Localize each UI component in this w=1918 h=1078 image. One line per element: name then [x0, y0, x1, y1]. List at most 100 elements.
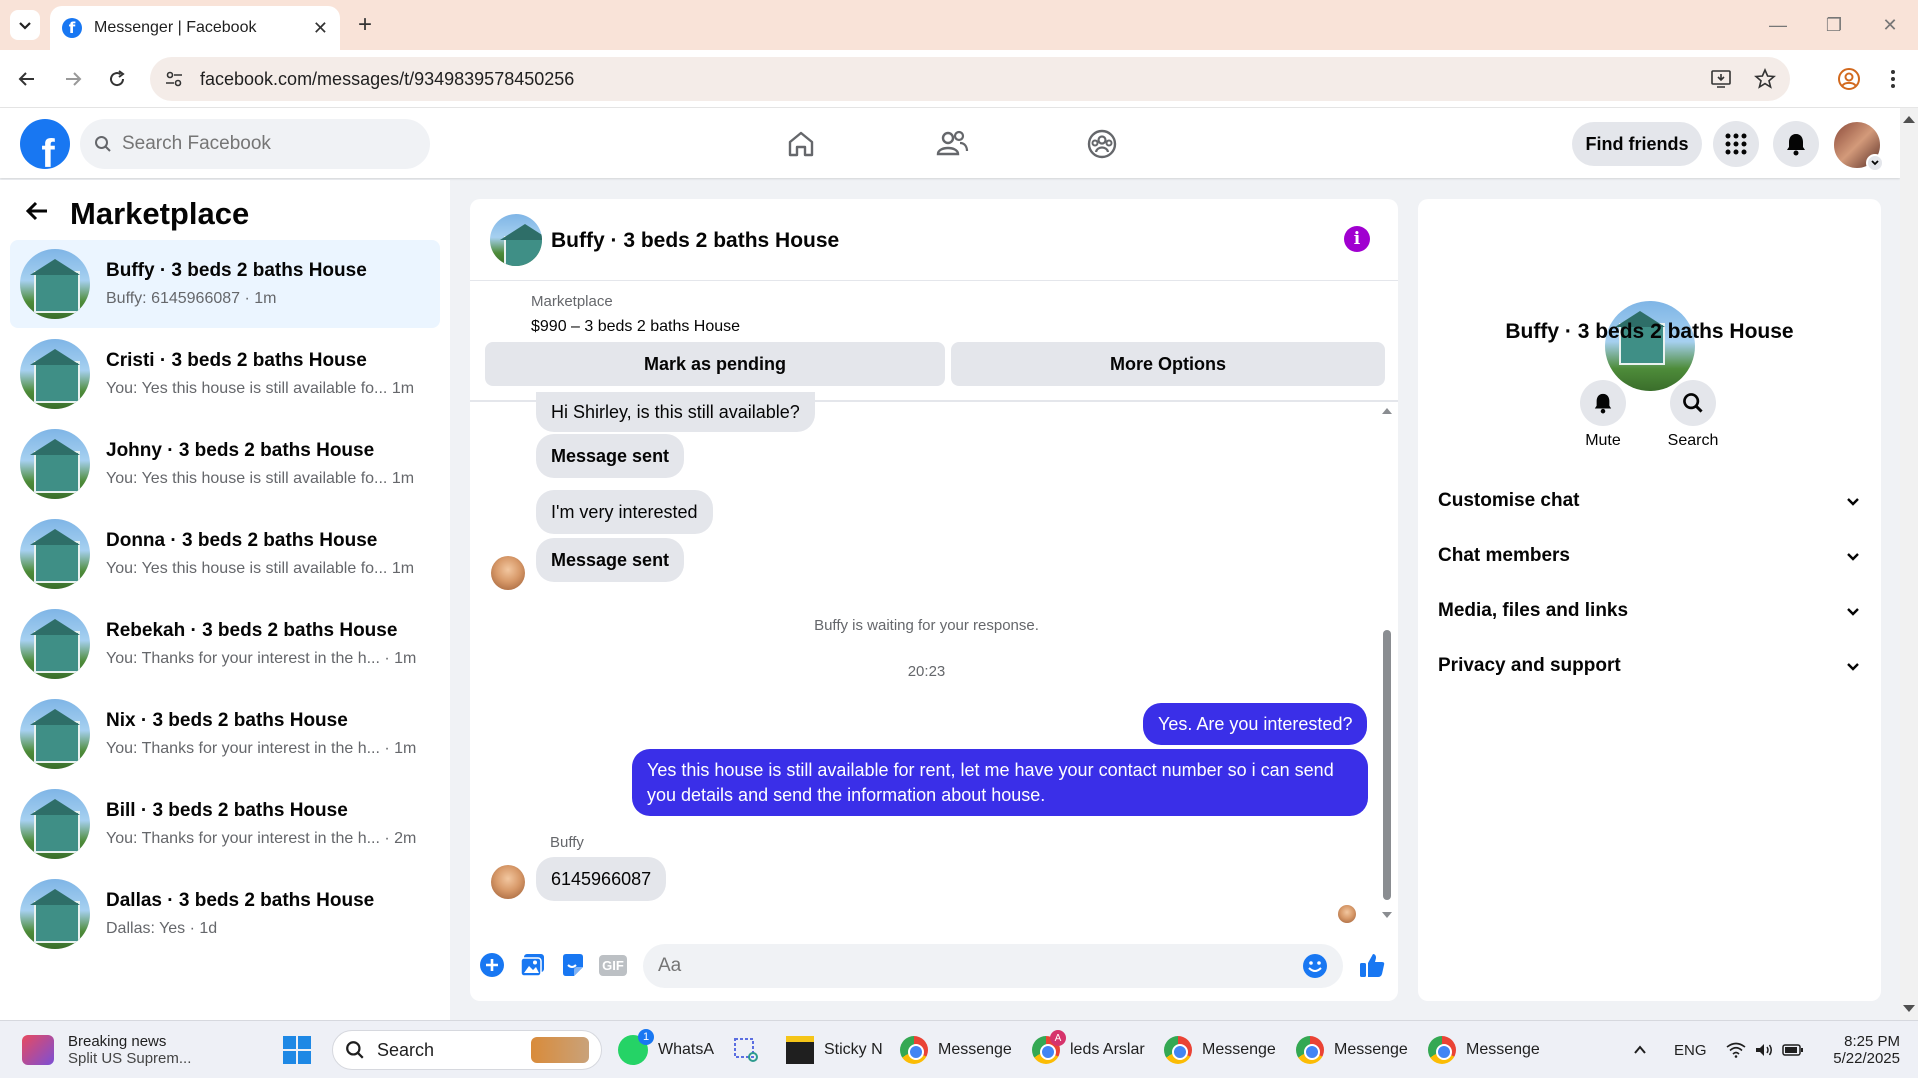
conversation-item[interactable]: Johny · 3 beds 2 baths House You: Yes thi… — [10, 420, 440, 508]
conversation-item[interactable]: Rebekah · 3 beds 2 baths House You: Thank… — [10, 600, 440, 688]
customise-chat-row[interactable]: Customise chat — [1438, 479, 1861, 523]
taskbar-chrome-1[interactable]: Messenge — [900, 1028, 1012, 1072]
message-incoming[interactable]: I'm very interested — [536, 490, 713, 534]
install-app-icon[interactable] — [1710, 68, 1732, 90]
nav-friends[interactable] — [932, 124, 972, 164]
conversation-item[interactable]: Bill · 3 beds 2 baths House You: Thanks f… — [10, 780, 440, 868]
conversation-item[interactable]: Nix · 3 beds 2 baths House You: Thanks fo… — [10, 690, 440, 778]
image-icon — [520, 954, 544, 977]
taskbar-snipping-tool[interactable] — [732, 1028, 760, 1072]
back-button[interactable] — [10, 62, 44, 96]
notifications-button[interactable] — [1773, 121, 1819, 167]
chat-title[interactable]: Buffy · 3 beds 2 baths House — [551, 229, 839, 253]
message-incoming[interactable]: Hi Shirley, is this still available? — [536, 392, 815, 432]
taskbar-chrome-5[interactable]: Messenge — [1428, 1028, 1540, 1072]
back-arrow-icon[interactable] — [24, 198, 50, 224]
gif-button[interactable]: GIF — [598, 950, 628, 980]
scroll-up-arrow-icon[interactable] — [1381, 405, 1393, 415]
chat-members-row[interactable]: Chat members — [1438, 534, 1861, 578]
chrome-icon — [900, 1036, 928, 1064]
system-tray[interactable] — [1726, 1028, 1804, 1072]
restore-window-button[interactable]: ❐ — [1814, 10, 1854, 40]
reload-button[interactable] — [100, 62, 134, 96]
message-outgoing[interactable]: Yes. Are you interested? — [1143, 703, 1368, 745]
row-label: Customise chat — [1438, 490, 1580, 511]
taskbar-chrome-2[interactable]: A leds Arslar — [1032, 1028, 1145, 1072]
message-incoming[interactable]: Message sent — [536, 434, 685, 478]
search-in-chat-button[interactable] — [1670, 380, 1716, 426]
clock-time: 8:25 PM — [1844, 1033, 1900, 1050]
message-incoming[interactable]: 6145966087 — [536, 857, 667, 901]
privacy-support-row[interactable]: Privacy and support — [1438, 644, 1861, 688]
news-icon — [22, 1035, 54, 1065]
start-button[interactable] — [282, 1028, 312, 1072]
message-input[interactable] — [658, 955, 1302, 977]
close-tab-icon[interactable]: ✕ — [313, 18, 328, 39]
forward-button[interactable] — [56, 62, 90, 96]
show-hidden-icons-button[interactable] — [1632, 1028, 1648, 1072]
browser-menu-button[interactable] — [1878, 64, 1908, 94]
more-actions-button[interactable] — [477, 950, 507, 980]
page-scrollbar[interactable] — [1900, 108, 1918, 1020]
browser-tab-active[interactable]: f Messenger | Facebook ✕ — [50, 6, 340, 50]
find-friends-button[interactable]: Find friends — [1572, 122, 1702, 166]
taskbar-search[interactable]: Search — [332, 1030, 602, 1070]
facebook-search-input[interactable] — [122, 133, 402, 155]
conversation-preview: Dallas: Yes · 1d — [106, 920, 218, 937]
nav-groups[interactable] — [1082, 124, 1122, 164]
sender-avatar[interactable] — [491, 865, 525, 899]
taskbar-whatsapp[interactable]: 1 WhatsA — [618, 1028, 714, 1072]
conversation-item[interactable]: Cristi · 3 beds 2 baths House You: Yes th… — [10, 330, 440, 418]
chrome-icon: A — [1032, 1030, 1066, 1064]
menu-button[interactable] — [1713, 121, 1759, 167]
search-highlight-icon — [531, 1037, 589, 1063]
close-window-button[interactable]: ✕ — [1870, 10, 1910, 40]
language-indicator[interactable]: ENG — [1674, 1028, 1707, 1072]
conversation-avatar — [20, 789, 90, 859]
scroll-up-arrow-icon[interactable] — [1900, 112, 1918, 126]
taskbar-chrome-3[interactable]: Messenge — [1164, 1028, 1276, 1072]
attach-photo-button[interactable] — [518, 950, 548, 980]
details-avatar[interactable] — [1605, 301, 1695, 391]
account-dropdown-icon[interactable] — [1866, 154, 1884, 172]
taskbar-sticky-notes[interactable]: Sticky N — [786, 1028, 883, 1072]
bookmark-star-icon[interactable] — [1754, 68, 1776, 90]
conversation-avatar — [20, 519, 90, 589]
clock[interactable]: 8:25 PM 5/22/2025 — [1820, 1028, 1900, 1072]
profile-button[interactable] — [1834, 64, 1864, 94]
facebook-search[interactable] — [80, 119, 430, 169]
emoji-icon[interactable] — [1302, 953, 1328, 979]
scroll-down-arrow-icon[interactable] — [1381, 911, 1393, 921]
marketplace-title: Marketplace — [70, 196, 250, 231]
nav-home[interactable] — [781, 124, 821, 164]
address-bar[interactable]: facebook.com/messages/t/9349839578450256 — [150, 57, 1790, 101]
scroll-down-arrow-icon[interactable] — [1900, 1002, 1918, 1016]
tab-search-dropdown-button[interactable] — [10, 10, 40, 40]
message-outgoing[interactable]: Yes this house is still available for re… — [632, 749, 1368, 816]
search-icon — [95, 136, 111, 152]
media-files-links-row[interactable]: Media, files and links — [1438, 589, 1861, 633]
listing-price[interactable]: $990 – 3 beds 2 baths House — [531, 318, 740, 336]
more-options-button[interactable]: More Options — [951, 342, 1385, 386]
mark-as-pending-button[interactable]: Mark as pending — [485, 342, 945, 386]
taskbar-chrome-4[interactable]: Messenge — [1296, 1028, 1408, 1072]
message-composer[interactable] — [643, 944, 1343, 988]
minimize-window-button[interactable]: — — [1758, 10, 1798, 40]
news-widget[interactable]: Breaking news Split US Suprem... — [22, 1028, 191, 1072]
send-like-button[interactable] — [1357, 950, 1387, 980]
sender-avatar[interactable] — [491, 556, 525, 590]
conversation-item[interactable]: Buffy · 3 beds 2 baths House Buffy: 61459… — [10, 240, 440, 328]
site-settings-icon[interactable] — [164, 69, 184, 89]
new-tab-button[interactable]: + — [350, 10, 380, 40]
plus-circle-icon — [480, 953, 504, 977]
mute-button[interactable] — [1580, 380, 1626, 426]
conversation-item[interactable]: Dallas · 3 beds 2 baths House Dallas: Yes… — [10, 870, 440, 958]
chat-scrollbar-thumb[interactable] — [1383, 630, 1391, 900]
info-icon[interactable]: i — [1344, 226, 1370, 252]
news-subtitle: Split US Suprem... — [68, 1050, 192, 1067]
message-incoming[interactable]: Message sent — [536, 538, 685, 582]
facebook-logo[interactable]: f — [20, 119, 70, 169]
chat-avatar[interactable] — [490, 214, 542, 266]
sticker-button[interactable] — [558, 950, 588, 980]
conversation-item[interactable]: Donna · 3 beds 2 baths House You: Yes thi… — [10, 510, 440, 598]
